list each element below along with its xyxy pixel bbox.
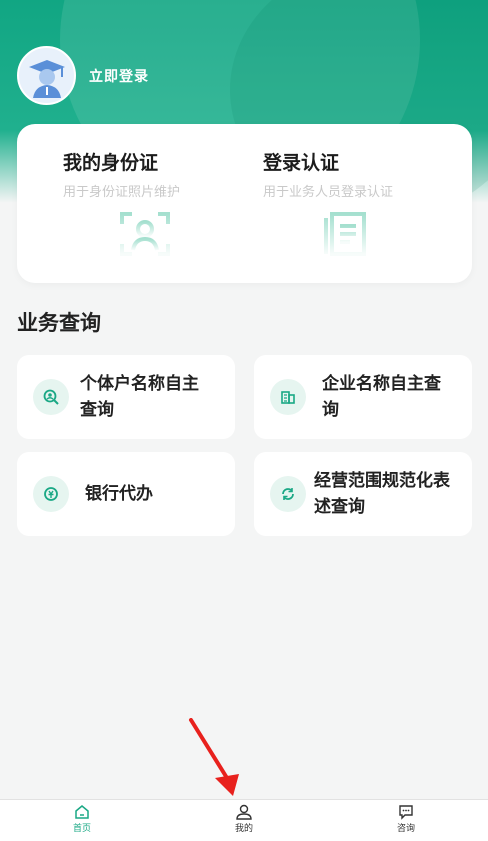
- my-id-subtitle: 用于身份证照片维护: [63, 185, 181, 200]
- nav-home-label: 首页: [72, 824, 91, 834]
- tile-label-line1: 个体户名称自主: [80, 374, 199, 394]
- identity-card: 我的身份证 用于身份证照片维护 登录认证 用于业务人员登录认证: [17, 124, 472, 283]
- login-auth-title: 登录认证: [263, 152, 340, 174]
- business-section-title: 业务查询: [17, 311, 101, 335]
- home-icon: [75, 805, 89, 819]
- graduate-avatar-icon[interactable]: [17, 46, 76, 105]
- tile-individual-name-query[interactable]: 个体户名称自主 查询: [17, 355, 235, 439]
- tile-business-scope-query[interactable]: 经营范围规范化表 述查询: [254, 452, 472, 536]
- user-icon: [236, 804, 252, 820]
- login-auth-subtitle: 用于业务人员登录认证: [263, 185, 394, 200]
- nav-home[interactable]: 首页: [52, 804, 112, 834]
- tile-label-line2: 查询: [80, 400, 114, 420]
- login-link[interactable]: 立即登录: [89, 66, 149, 86]
- document-icon: [318, 210, 393, 262]
- tile-label-line2: 述查询: [314, 497, 365, 517]
- tile-label-line1: 企业名称自主查: [322, 374, 441, 394]
- nav-consult[interactable]: 咨询: [376, 804, 436, 834]
- id-scan-icon: [118, 210, 180, 262]
- tile-bank-agency[interactable]: 银行代办: [17, 452, 235, 536]
- refresh-icon: [270, 476, 306, 512]
- tile-label-line1: 经营范围规范化表: [314, 471, 450, 491]
- search-person-icon: [33, 379, 69, 415]
- tile-company-name-query[interactable]: 企业名称自主查 询: [254, 355, 472, 439]
- my-id-title: 我的身份证: [63, 152, 159, 174]
- chat-icon: [399, 805, 413, 820]
- nav-mine[interactable]: 我的: [214, 804, 274, 834]
- my-id-card-entry[interactable]: 我的身份证 用于身份证照片维护: [63, 148, 180, 262]
- building-icon: [270, 379, 306, 415]
- tile-label-line1: 银行代办: [85, 484, 153, 504]
- nav-consult-label: 咨询: [396, 824, 415, 834]
- login-auth-entry[interactable]: 登录认证 用于业务人员登录认证: [263, 148, 393, 262]
- nav-mine-label: 我的: [234, 824, 253, 834]
- bottom-nav: 首页 我的 咨询: [0, 799, 488, 841]
- bank-icon: [33, 476, 69, 512]
- tile-label-line2: 询: [322, 400, 339, 420]
- red-arrow-annotation: [189, 718, 239, 796]
